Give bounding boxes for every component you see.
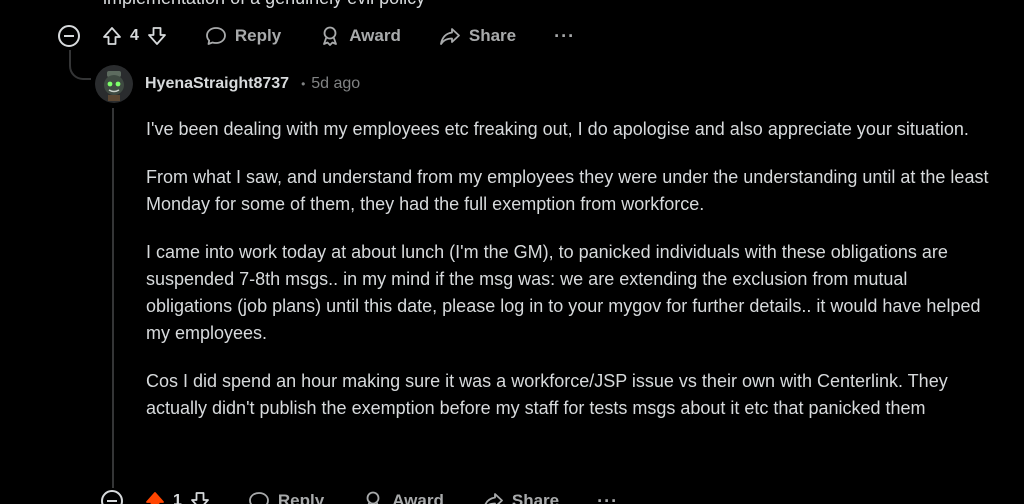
parent-reply-button[interactable]: Reply [205,25,281,47]
parent-vote-count: 4 [130,27,139,44]
downvote-icon[interactable] [147,26,167,46]
parent-comment-text-partial: implementation of a genuinely evil polic… [103,0,425,9]
downvote-icon[interactable] [190,491,210,504]
reply-label: Reply [234,26,282,45]
parent-vote-group: 4 [102,26,167,46]
username[interactable]: HyenaStraight8737 [145,75,289,93]
thread-connector [69,50,91,80]
collapse-thread-button[interactable] [58,25,80,47]
reply-icon [206,27,226,45]
more-options-button[interactable]: ··· [554,26,575,47]
reply-action-bar: 1 Reply Award Share ··· [101,486,618,504]
comment-thread: implementation of a genuinely evil polic… [0,0,1024,504]
comment-paragraph: I came into work today at about lunch (I… [146,242,981,343]
minus-icon [107,500,117,502]
comment-body: I've been dealing with my employees etc … [146,116,996,443]
avatar[interactable] [95,65,133,103]
collapse-reply-button[interactable] [101,490,123,504]
upvote-icon[interactable] [102,26,122,46]
award-label: Award [392,491,444,504]
parent-action-bar: 4 Reply Award Share ··· [58,21,575,51]
separator-dot: • [301,77,306,91]
award-icon [323,26,338,46]
parent-share-button[interactable]: Share [439,25,516,47]
award-label: Award [349,26,401,45]
share-label: Share [468,26,517,45]
more-options-button[interactable]: ··· [597,491,618,504]
award-icon [366,491,380,504]
reply-icon [249,492,269,504]
reply-vote-group: 1 [145,491,210,504]
comment-header: HyenaStraight8737 • 5d ago [95,62,360,106]
reply-label: Reply [277,491,325,504]
reply-thread-line[interactable] [112,108,114,488]
parent-award-button[interactable]: Award [319,25,401,47]
reply-share-button[interactable]: Share [482,490,559,504]
share-label: Share [511,491,560,504]
comment-paragraph: I've been dealing with my employees etc … [146,119,969,139]
share-icon [439,28,460,45]
reply-reply-button[interactable]: Reply [248,490,324,504]
minus-icon [64,35,74,37]
timestamp[interactable]: 5d ago [311,75,360,93]
comment-paragraph: From what I saw, and understand from my … [146,167,989,214]
reply-vote-count: 1 [173,492,182,504]
comment-paragraph: Cos I did spend an hour making sure it w… [146,371,948,418]
share-icon [484,493,503,504]
upvote-icon[interactable] [145,491,165,504]
reply-award-button[interactable]: Award [362,490,444,504]
